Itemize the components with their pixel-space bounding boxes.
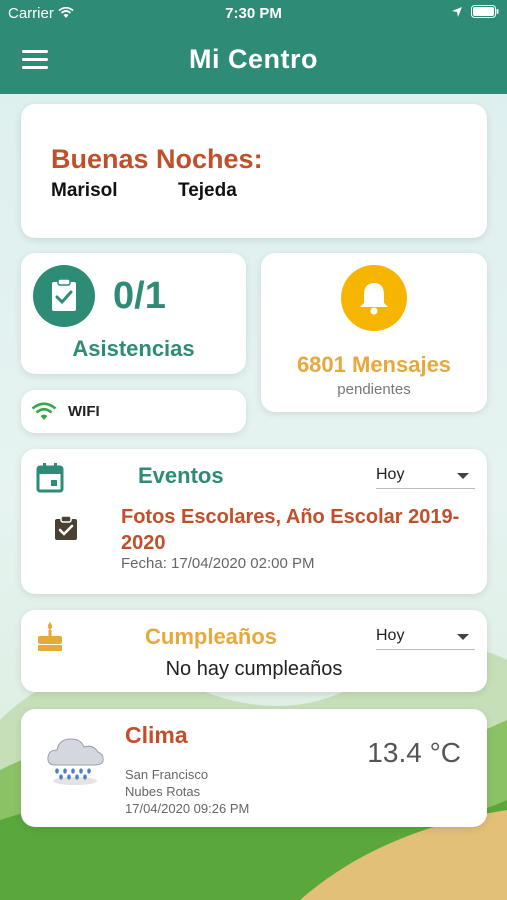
messages-count: 6801 Mensajes bbox=[296, 352, 452, 377]
event-title[interactable]: Fotos Escolares, Año Escolar 2019-2020 bbox=[121, 504, 461, 556]
weather-temperature: 13.4 °C bbox=[367, 737, 461, 768]
clock: 7:30 PM bbox=[225, 5, 282, 22]
page-title: Mi Centro bbox=[189, 44, 318, 74]
birthdays-filter-value: Hoy bbox=[376, 627, 405, 644]
birthdays-filter-dropdown[interactable]: Hoy bbox=[376, 624, 475, 650]
location-arrow-icon bbox=[452, 6, 462, 17]
events-title: Eventos bbox=[138, 463, 224, 488]
chevron-down-icon bbox=[457, 634, 469, 640]
wifi-icon bbox=[31, 402, 57, 420]
calendar-icon bbox=[36, 463, 64, 493]
cake-icon bbox=[38, 622, 62, 651]
event-date: Fecha: 17/04/2020 02:00 PM bbox=[121, 555, 315, 572]
events-filter-dropdown[interactable]: Hoy bbox=[376, 463, 475, 489]
greeting-salutation: Buenas Noches: bbox=[51, 144, 263, 174]
weather-datetime: 17/04/2020 09:26 PM bbox=[125, 801, 250, 816]
weather-title: Clima bbox=[125, 722, 188, 748]
user-last-name: Tejeda bbox=[178, 180, 237, 201]
wifi-label: WIFI bbox=[68, 403, 100, 420]
nav-bar: Mi Centro bbox=[0, 28, 507, 94]
birthdays-card: Cumpleaños Hoy No hay cumpleaños bbox=[21, 610, 487, 692]
battery-icon bbox=[471, 5, 499, 18]
chevron-down-icon bbox=[457, 473, 469, 479]
attendance-count: 0/1 bbox=[113, 275, 166, 317]
rain-cloud-icon bbox=[47, 738, 104, 785]
greeting-card: Buenas Noches: Marisol Tejeda bbox=[21, 104, 487, 238]
clipboard-check-icon bbox=[55, 515, 77, 540]
messages-card[interactable]: 6801 Mensajes pendientes bbox=[261, 253, 487, 412]
status-bar: Carrier 7:30 PM bbox=[0, 0, 507, 28]
birthdays-empty-text: No hay cumpleaños bbox=[165, 658, 343, 680]
clipboard-check-icon bbox=[33, 265, 95, 327]
bell-icon bbox=[341, 265, 407, 331]
user-first-name: Marisol bbox=[51, 180, 118, 201]
events-card: Eventos Hoy Fotos Escolares, Año Escolar… bbox=[21, 449, 487, 594]
wifi-card[interactable]: WIFI bbox=[21, 390, 246, 433]
weather-city: San Francisco bbox=[125, 767, 209, 782]
messages-pending-label: pendientes bbox=[337, 381, 411, 398]
weather-description: Nubes Rotas bbox=[125, 784, 201, 799]
events-filter-value: Hoy bbox=[376, 466, 405, 483]
attendance-card[interactable]: 0/1 Asistencias bbox=[21, 253, 246, 374]
weather-card: Clima 13.4 °C San Francisco Nubes Rotas … bbox=[21, 709, 487, 827]
attendance-label: Asistencias bbox=[72, 336, 195, 361]
birthdays-title: Cumpleaños bbox=[145, 624, 278, 649]
